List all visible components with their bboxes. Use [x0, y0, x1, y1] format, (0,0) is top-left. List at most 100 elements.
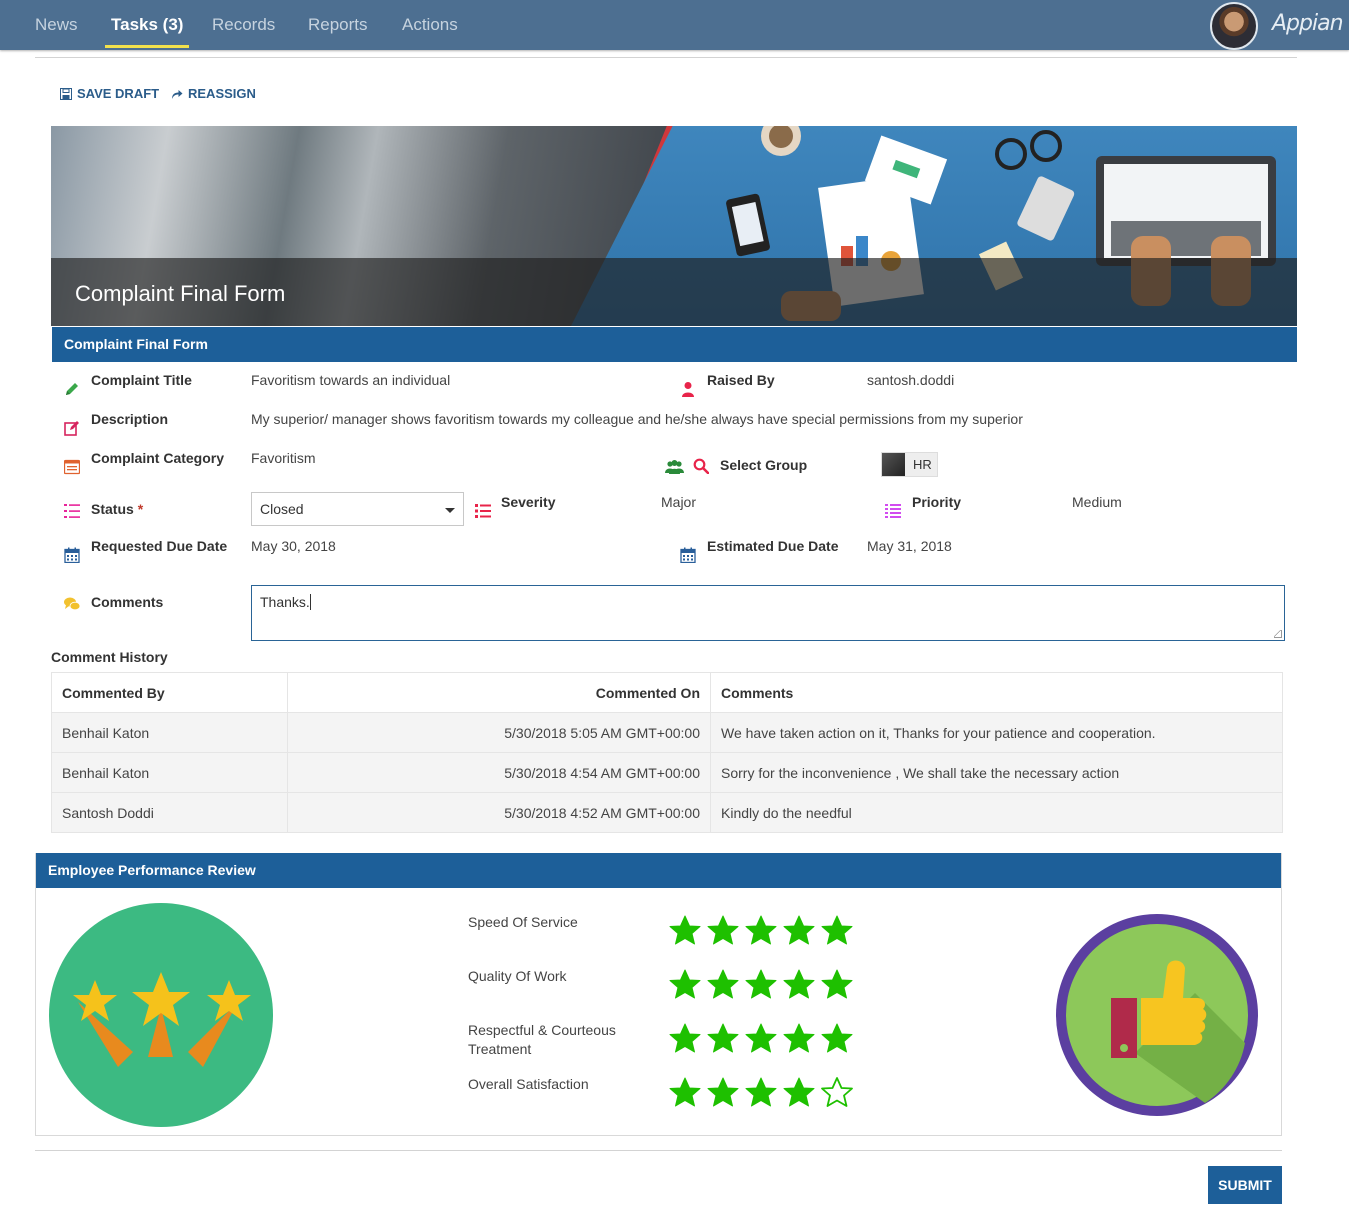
column-header-comments[interactable]: Comments — [710, 672, 1283, 713]
calendar-icon — [680, 547, 696, 563]
list-box-icon — [64, 459, 80, 475]
performance-section-header: Employee Performance Review — [36, 853, 1281, 888]
floppy-disk-icon — [60, 87, 72, 100]
status-dropdown[interactable]: Closed — [251, 492, 464, 526]
description-value: My superior/ manager shows favoritism to… — [251, 411, 1023, 427]
reassign-button[interactable]: REASSIGN — [171, 86, 256, 101]
requested-due-date-label: Requested Due Date — [91, 538, 228, 554]
star-empty-icon[interactable] — [820, 1076, 854, 1110]
raised-by-value: santosh.doddi — [867, 372, 955, 388]
priority-value: Medium — [1072, 494, 1122, 510]
star-filled-icon[interactable] — [820, 914, 854, 948]
estimated-due-date-label: Estimated Due Date — [707, 538, 839, 554]
cell-commented-by: Santosh Doddi — [51, 792, 288, 833]
complaint-title-value: Favoritism towards an individual — [251, 372, 451, 388]
complaint-title-label: Complaint Title — [91, 372, 192, 388]
tab-tasks-label: Tasks (3) — [111, 15, 184, 34]
cell-commented-on: 5/30/2018 4:52 AM GMT+00:00 — [287, 792, 711, 833]
rating-label-speed-of-service: Speed Of Service — [468, 914, 578, 930]
chat-bubbles-icon — [64, 597, 80, 611]
star-filled-icon[interactable] — [744, 1076, 778, 1110]
star-filled-icon[interactable] — [782, 1076, 816, 1110]
tab-tasks[interactable]: Tasks (3) — [105, 0, 190, 50]
submit-button[interactable]: SUBMIT — [1208, 1166, 1282, 1204]
tab-reports[interactable]: Reports — [308, 0, 368, 50]
table-row: Benhail Katon 5/30/2018 5:05 AM GMT+00:0… — [51, 712, 1283, 753]
star-filled-icon[interactable] — [668, 1022, 702, 1056]
cell-comment: Kindly do the needful — [710, 792, 1283, 833]
user-avatar[interactable] — [1210, 2, 1258, 50]
cell-commented-on: 5/30/2018 5:05 AM GMT+00:00 — [287, 712, 711, 753]
star-filled-icon[interactable] — [668, 1076, 702, 1110]
comment-history-title: Comment History — [51, 649, 168, 665]
share-arrow-icon — [172, 89, 183, 99]
star-filled-icon[interactable] — [782, 914, 816, 948]
chevron-down-icon — [445, 508, 455, 513]
priority-label: Priority — [912, 494, 962, 510]
severity-value: Major — [661, 494, 697, 510]
star-filled-icon[interactable] — [744, 968, 778, 1002]
calendar-icon — [64, 547, 80, 563]
group-chip-hr[interactable]: HR — [881, 452, 938, 477]
complaint-category-value: Favoritism — [251, 450, 316, 466]
thumbs-up-badge-icon — [1056, 914, 1258, 1116]
save-draft-button[interactable]: SAVE DRAFT — [60, 86, 159, 101]
divider — [35, 57, 1297, 58]
table-row: Benhail Katon 5/30/2018 4:54 AM GMT+00:0… — [51, 752, 1283, 793]
star-rating-quality-of-work[interactable] — [668, 968, 854, 1002]
brand-logo: Appian — [1272, 11, 1344, 36]
severity-label: Severity — [501, 494, 556, 510]
column-header-commented-by[interactable]: Commented By — [51, 672, 288, 713]
star-rating-respectful-treatment[interactable] — [668, 1022, 854, 1056]
comments-label: Comments — [91, 594, 164, 610]
ordered-list-icon — [64, 504, 80, 518]
rating-label-overall-satisfaction: Overall Satisfaction — [468, 1076, 589, 1092]
reassign-label: REASSIGN — [188, 86, 256, 101]
pencil-icon — [66, 383, 78, 395]
star-filled-icon[interactable] — [744, 914, 778, 948]
cell-comment: Sorry for the inconvenience , We shall t… — [710, 752, 1283, 793]
cell-commented-on: 5/30/2018 4:54 AM GMT+00:00 — [287, 752, 711, 793]
star-filled-icon[interactable] — [706, 968, 740, 1002]
comments-text: Thanks. — [260, 594, 310, 610]
top-navigation: News Tasks (3) Records Reports Actions A… — [0, 0, 1349, 50]
user-icon — [682, 382, 694, 397]
raised-by-label: Raised By — [707, 372, 775, 388]
star-filled-icon[interactable] — [820, 1022, 854, 1056]
star-filled-icon[interactable] — [820, 968, 854, 1002]
table-row: Santosh Doddi 5/30/2018 4:52 AM GMT+00:0… — [51, 792, 1283, 833]
comments-textarea[interactable]: Thanks. — [251, 585, 1285, 641]
required-marker: * — [137, 501, 144, 517]
banner-title: Complaint Final Form — [75, 281, 286, 306]
bulleted-list-icon — [475, 504, 491, 518]
column-header-commented-on[interactable]: Commented On — [287, 672, 711, 713]
tab-records[interactable]: Records — [212, 0, 275, 50]
star-filled-icon[interactable] — [782, 1022, 816, 1056]
star-filled-icon[interactable] — [744, 1022, 778, 1056]
rating-stars-badge-icon — [49, 903, 273, 1127]
resize-handle[interactable] — [1274, 630, 1282, 638]
star-filled-icon[interactable] — [668, 968, 702, 1002]
star-filled-icon[interactable] — [782, 968, 816, 1002]
search-icon[interactable] — [693, 458, 709, 474]
list-icon — [885, 504, 901, 518]
footer-divider — [35, 1150, 1282, 1151]
tab-news[interactable]: News — [35, 0, 78, 50]
star-filled-icon[interactable] — [706, 914, 740, 948]
edit-square-icon — [64, 421, 79, 436]
star-rating-overall-satisfaction[interactable] — [668, 1076, 854, 1110]
text-cursor — [309, 594, 311, 610]
comment-history-grid: Commented By Commented On Comments Benha… — [51, 672, 1283, 833]
cell-commented-by: Benhail Katon — [51, 712, 288, 753]
select-group-label: Select Group — [720, 457, 808, 473]
grid-header-row: Commented By Commented On Comments — [51, 672, 1283, 713]
status-label: Status * — [91, 501, 143, 517]
star-rating-speed-of-service[interactable] — [668, 914, 854, 948]
star-filled-icon[interactable] — [668, 914, 702, 948]
requested-due-date-value: May 30, 2018 — [251, 538, 336, 554]
tab-actions[interactable]: Actions — [402, 0, 458, 50]
star-filled-icon[interactable] — [706, 1022, 740, 1056]
header-banner: Complaint Final Form — [51, 126, 1297, 326]
cell-commented-by: Benhail Katon — [51, 752, 288, 793]
star-filled-icon[interactable] — [706, 1076, 740, 1110]
